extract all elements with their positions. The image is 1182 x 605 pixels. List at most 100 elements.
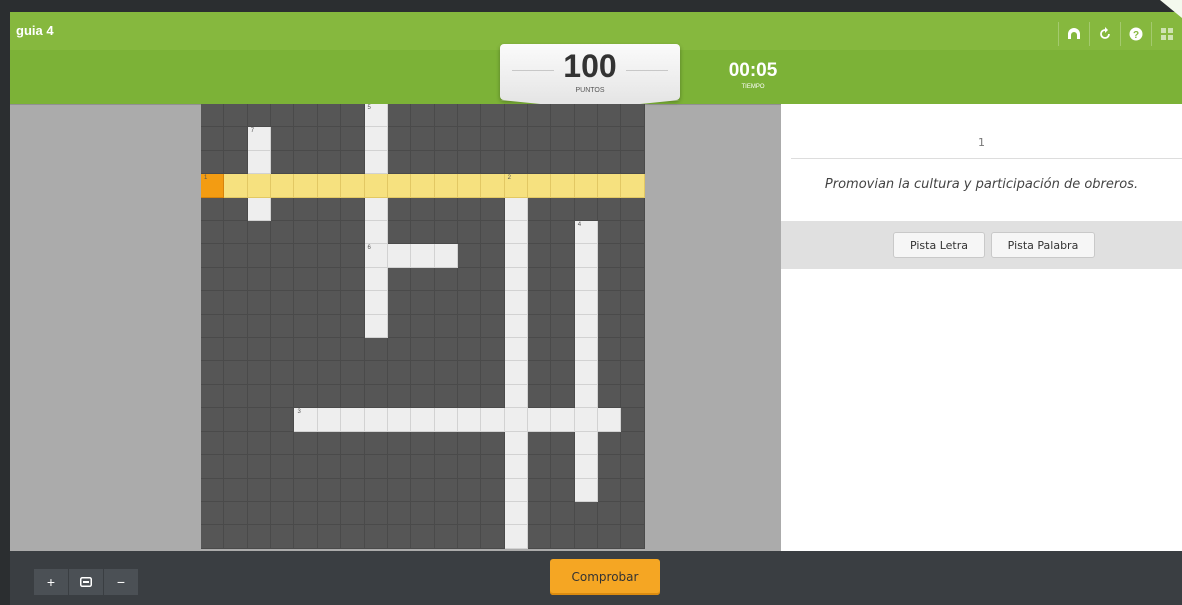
grid-cell[interactable] [481, 408, 505, 432]
grid-cell[interactable] [598, 408, 622, 432]
grid-cell-block [457, 291, 482, 315]
grid-cell[interactable] [504, 455, 529, 479]
grid-cell[interactable] [317, 408, 342, 432]
grid-cell[interactable] [574, 338, 599, 362]
grid-cell-highlighted[interactable] [387, 174, 412, 198]
grid-cell-highlighted[interactable] [598, 174, 622, 198]
grid-cell[interactable] [504, 291, 529, 315]
grid-cell[interactable]: 6 [364, 244, 388, 268]
grid-cell-highlighted[interactable] [457, 174, 482, 198]
grid-cell[interactable] [574, 408, 599, 432]
grid-cell[interactable] [574, 244, 599, 268]
grid-cell[interactable] [364, 267, 388, 292]
grid-cell[interactable] [504, 384, 529, 409]
grid-cell-block [551, 501, 575, 526]
grid-cell-highlighted[interactable] [294, 174, 318, 198]
grid-cell[interactable] [504, 244, 529, 268]
grid-cell-block [271, 197, 295, 222]
grid-cell[interactable]: 4 [574, 221, 599, 245]
grid-cell[interactable] [364, 197, 388, 222]
grid-cell[interactable] [364, 291, 388, 315]
hint-word-button[interactable]: Pista Palabra [991, 232, 1095, 258]
restart-icon[interactable] [1089, 22, 1120, 46]
grid-cell[interactable] [247, 197, 272, 222]
grid-cell-highlighted[interactable] [411, 174, 435, 198]
grid-cell[interactable] [574, 291, 599, 315]
grid-cell-block [201, 127, 225, 151]
grid-cell[interactable] [364, 408, 388, 432]
grid-cell[interactable] [434, 408, 458, 432]
grid-cell-block [271, 314, 295, 339]
grid-cell[interactable] [528, 408, 552, 432]
grid-cell-block [434, 338, 458, 362]
grid-cell[interactable] [504, 197, 529, 222]
grid-cell[interactable] [574, 267, 599, 292]
grid-cell[interactable] [504, 338, 529, 362]
zoom-out-button[interactable]: − [104, 569, 139, 595]
grid-cell[interactable] [551, 408, 575, 432]
grid-cell[interactable]: 3 [294, 408, 318, 432]
grid-cell-block [294, 431, 318, 456]
grid-cell-block [434, 314, 458, 339]
grid-cell[interactable] [457, 408, 482, 432]
grid-cell[interactable] [411, 408, 435, 432]
grid-cell[interactable] [504, 408, 529, 432]
grid-cell[interactable] [574, 455, 599, 479]
check-button[interactable]: Comprobar [550, 559, 660, 595]
grid-cell-highlighted[interactable] [621, 174, 645, 198]
grid-cell-block [551, 478, 575, 502]
grid-cell[interactable] [574, 384, 599, 409]
grid-cell[interactable] [341, 408, 365, 432]
grid-cell[interactable] [434, 244, 458, 268]
hint-letter-button[interactable]: Pista Letra [893, 232, 985, 258]
grid-cell[interactable] [364, 221, 388, 245]
grid-cell[interactable] [574, 361, 599, 385]
grid-cell-highlighted[interactable] [574, 174, 599, 198]
grid-cell[interactable] [504, 501, 529, 526]
grid-cell[interactable] [411, 244, 435, 268]
grid-cell-highlighted[interactable] [528, 174, 552, 198]
grid-cell[interactable] [504, 431, 529, 456]
grid-cell-highlighted[interactable] [364, 174, 388, 198]
grid-cell[interactable] [504, 478, 529, 502]
grid-cell-highlighted[interactable] [481, 174, 505, 198]
grid-cell[interactable]: 7 [247, 127, 272, 151]
grid-cell-highlighted[interactable] [434, 174, 458, 198]
menu-grid-icon[interactable] [1151, 22, 1182, 46]
grid-cell[interactable] [247, 150, 272, 175]
grid-cell-block [201, 455, 225, 479]
grid-cell-highlighted[interactable] [317, 174, 342, 198]
grid-cell[interactable] [574, 314, 599, 339]
grid-cell[interactable] [504, 221, 529, 245]
grid-cell-highlighted[interactable] [247, 174, 272, 198]
cell-number: 4 [577, 222, 582, 229]
grid-cell-highlighted[interactable] [551, 174, 575, 198]
grid-cell-highlighted[interactable] [341, 174, 365, 198]
zoom-in-button[interactable]: + [34, 569, 69, 595]
grid-cell[interactable] [364, 150, 388, 175]
grid-cell-block [224, 338, 248, 362]
grid-cell-block [411, 361, 435, 385]
grid-cell-block [528, 431, 552, 456]
grid-cell-highlighted[interactable] [271, 174, 295, 198]
grid-cell-highlighted[interactable] [224, 174, 248, 198]
grid-cell[interactable] [387, 244, 412, 268]
grid-cell[interactable]: 5 [364, 104, 388, 128]
grid-cell-block [201, 384, 225, 409]
grid-cell-active[interactable]: 1 [201, 174, 225, 198]
grid-cell[interactable] [574, 478, 599, 502]
grid-cell[interactable] [364, 314, 388, 339]
fullscreen-icon[interactable] [1058, 22, 1089, 46]
zoom-fit-button[interactable] [69, 569, 104, 595]
grid-cell[interactable] [387, 408, 412, 432]
grid-cell-block [317, 361, 342, 385]
grid-cell[interactable] [504, 525, 529, 549]
grid-cell[interactable] [504, 361, 529, 385]
grid-cell[interactable] [504, 267, 529, 292]
help-icon[interactable]: ? [1120, 22, 1151, 46]
grid-cell[interactable] [504, 314, 529, 339]
grid-cell[interactable] [364, 127, 388, 151]
grid-cell-highlighted[interactable]: 2 [504, 174, 529, 198]
grid-cell[interactable] [574, 431, 599, 456]
grid-cell-block [551, 127, 575, 151]
